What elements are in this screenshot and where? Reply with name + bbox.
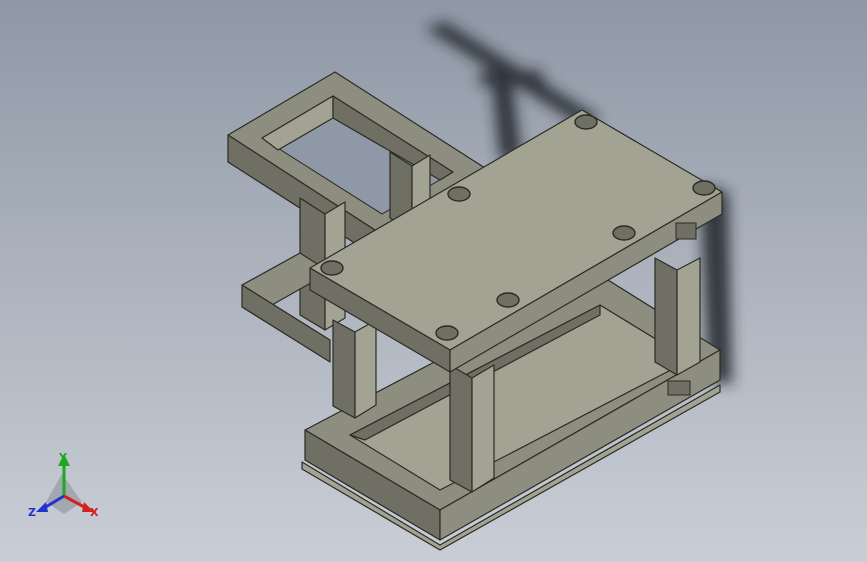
base-tray-slot <box>667 380 691 396</box>
hole-7 <box>435 325 459 341</box>
column-front-center-side <box>471 364 495 493</box>
hole-6 <box>496 292 520 308</box>
column-front-left <box>332 319 356 419</box>
triad-z-arrow <box>36 502 48 512</box>
top-plate-slot <box>675 222 697 240</box>
triad-x-label: X <box>90 506 99 519</box>
reference-triad[interactable]: Y X Z <box>28 451 99 519</box>
triad-z-label: Z <box>28 506 36 519</box>
hole-2 <box>692 180 716 196</box>
column-right-front-side <box>676 257 701 376</box>
column-front-left-side <box>354 319 377 419</box>
column-front-center <box>449 364 473 493</box>
column-right-front <box>654 257 678 376</box>
hole-1 <box>574 114 598 130</box>
model-scene[interactable]: Y X Z <box>0 0 867 562</box>
triad-y-label: Y <box>58 451 68 464</box>
hole-3 <box>447 186 471 202</box>
hole-5 <box>320 260 344 276</box>
graphics-viewport[interactable]: Y X Z <box>0 0 867 562</box>
hole-4 <box>612 225 636 241</box>
